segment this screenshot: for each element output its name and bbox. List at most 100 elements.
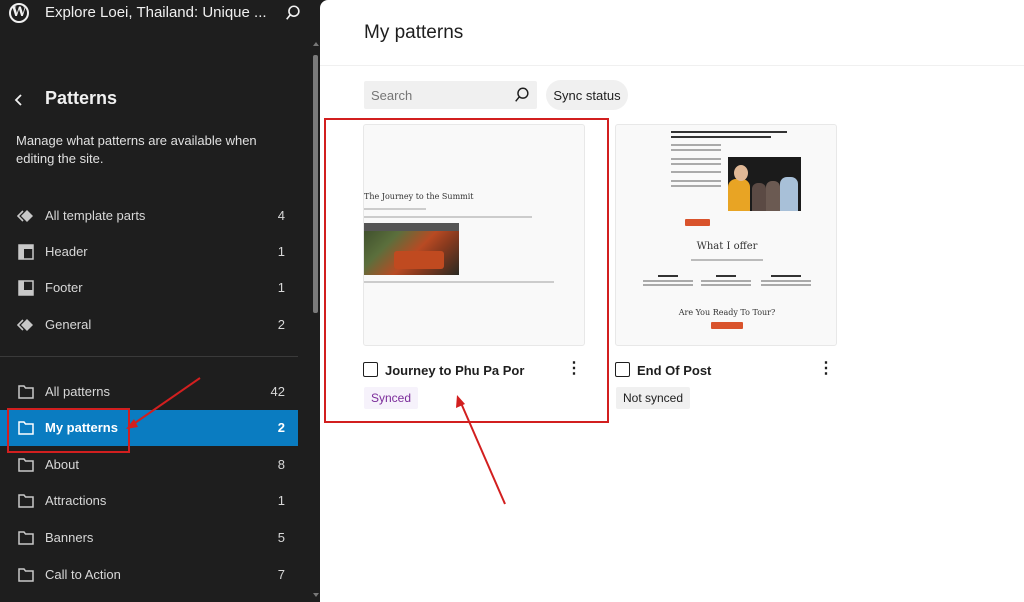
chevron-left-icon (14, 94, 22, 106)
sidebar-item-count: 1 (277, 280, 285, 295)
preview-cta-heading: Are You Ready To Tour? (678, 308, 776, 317)
wordpress-logo-icon[interactable]: W (9, 3, 29, 23)
sidebar-item-banners[interactable]: Banners 5 (0, 520, 298, 556)
preview-text-line (658, 275, 678, 277)
sidebar-item-label: My patterns (45, 420, 118, 435)
sidebar-item-my-patterns[interactable]: My patterns 2 (0, 410, 298, 446)
main-header: My patterns (320, 0, 1024, 66)
preview-image-tractor (364, 223, 459, 275)
preview-text-line (671, 171, 721, 173)
folder-icon (18, 421, 34, 435)
preview-text-line (671, 158, 721, 160)
sidebar-item-attractions[interactable]: Attractions 1 (0, 483, 298, 519)
main-content: My patterns Sync status The Journey to t… (320, 0, 1024, 602)
pattern-title[interactable]: End Of Post (637, 363, 711, 378)
preview-text-line (671, 180, 721, 182)
folder-icon (18, 568, 34, 582)
pattern-preview-journey[interactable]: The Journey to the Summit (363, 124, 585, 346)
more-options-vertical-icon[interactable]: ⋮ (566, 361, 582, 377)
preview-text-line (643, 284, 693, 286)
sidebar-item-count: 1 (277, 244, 285, 259)
sidebar-item-label: All template parts (45, 208, 146, 223)
pattern-preview-end-of-post[interactable]: What I offer Are You Ready To Tour? (615, 124, 837, 346)
sidebar-item-count: 2 (277, 420, 285, 435)
preview-text-line (771, 275, 801, 277)
scroll-up-arrow-icon[interactable] (313, 42, 319, 46)
pattern-select-checkbox[interactable] (615, 362, 630, 377)
sidebar-item-label: Call to Action (45, 567, 121, 582)
preview-text-line (671, 185, 721, 187)
sidebar-item-count: 7 (277, 567, 285, 582)
preview-text-line (716, 275, 736, 277)
sync-status-badge: Synced (364, 387, 419, 409)
search-field[interactable] (364, 81, 537, 109)
panel-title: Patterns (45, 88, 118, 108)
page-title: My patterns (364, 22, 464, 43)
preview-text-line (364, 208, 426, 210)
back-button[interactable] (10, 90, 28, 110)
preview-text-line (761, 284, 811, 286)
sidebar-item-label: Footer (45, 280, 83, 295)
preview-image-detail (780, 177, 798, 211)
symbol-filled-icon (17, 210, 33, 222)
search-icon[interactable] (513, 86, 531, 104)
footer-icon (18, 280, 34, 296)
preview-text-line (671, 131, 787, 133)
sidebar-item-header[interactable]: Header 1 (0, 234, 298, 270)
sidebar-item-count: 1 (277, 493, 285, 508)
preview-button (685, 219, 710, 226)
pattern-select-checkbox[interactable] (363, 362, 378, 377)
sidebar-item-call-to-action[interactable]: Call to Action 7 (0, 557, 298, 593)
scroll-down-arrow-icon[interactable] (313, 593, 319, 597)
sidebar-item-general[interactable]: General 2 (0, 307, 298, 343)
site-title[interactable]: Explore Loei, Thailand: Unique ... (45, 4, 267, 21)
sync-status-filter-button[interactable]: Sync status (546, 80, 628, 110)
pattern-title[interactable]: Journey to Phu Pa Por (385, 363, 524, 378)
preview-image-detail (766, 181, 780, 211)
more-options-vertical-icon[interactable]: ⋮ (818, 361, 834, 377)
sync-status-badge: Not synced (616, 387, 691, 409)
sidebar-item-about[interactable]: About 8 (0, 447, 298, 483)
preview-image-detail (394, 251, 444, 269)
sidebar-item-all-patterns[interactable]: All patterns 42 (0, 374, 298, 410)
scrollbar-thumb[interactable] (313, 55, 318, 313)
preview-heading: The Journey to the Summit (364, 192, 474, 201)
sidebar-item-count: 42 (270, 384, 285, 399)
search-input[interactable] (364, 81, 509, 109)
preview-text-line (364, 281, 554, 283)
header-icon (18, 244, 34, 260)
symbol-filled-icon (17, 319, 33, 331)
sidebar-item-all-template-parts[interactable]: All template parts 4 (0, 198, 298, 234)
preview-text-line (701, 284, 751, 286)
sidebar-item-count: 8 (277, 457, 285, 472)
sidebar-item-footer[interactable]: Footer 1 (0, 270, 298, 306)
preview-image-detail (752, 183, 766, 211)
preview-image-group-photo (728, 157, 801, 211)
sidebar-topbar: W Explore Loei, Thailand: Unique ... (0, 0, 320, 26)
preview-heading: What I offer (696, 241, 758, 252)
sidebar-item-count: 2 (277, 317, 285, 332)
panel-description: Manage what patterns are available when … (16, 133, 257, 166)
folder-icon (18, 531, 34, 545)
preview-image-detail (728, 179, 750, 211)
sidebar-item-count: 5 (277, 530, 285, 545)
site-editor: W Explore Loei, Thailand: Unique ... Pat… (0, 0, 1024, 602)
sidebar-item-label: Banners (45, 530, 94, 545)
sidebar-item-label: Header (45, 244, 88, 259)
sidebar-divider (0, 356, 298, 357)
preview-image-detail (364, 223, 459, 231)
sidebar-item-count: 4 (277, 208, 285, 223)
preview-text-line (701, 280, 751, 282)
folder-icon (18, 494, 34, 508)
sidebar-item-label: Attractions (45, 493, 107, 508)
sidebar-item-label: General (45, 317, 92, 332)
preview-text-line (671, 144, 721, 146)
preview-text-line (364, 216, 532, 218)
sidebar: W Explore Loei, Thailand: Unique ... Pat… (0, 0, 320, 602)
preview-image-detail (734, 165, 748, 181)
search-icon[interactable] (284, 4, 302, 22)
preview-button (711, 322, 743, 329)
preview-text-line (671, 149, 721, 151)
sidebar-item-label: All patterns (45, 384, 111, 399)
preview-text-line (643, 280, 693, 282)
